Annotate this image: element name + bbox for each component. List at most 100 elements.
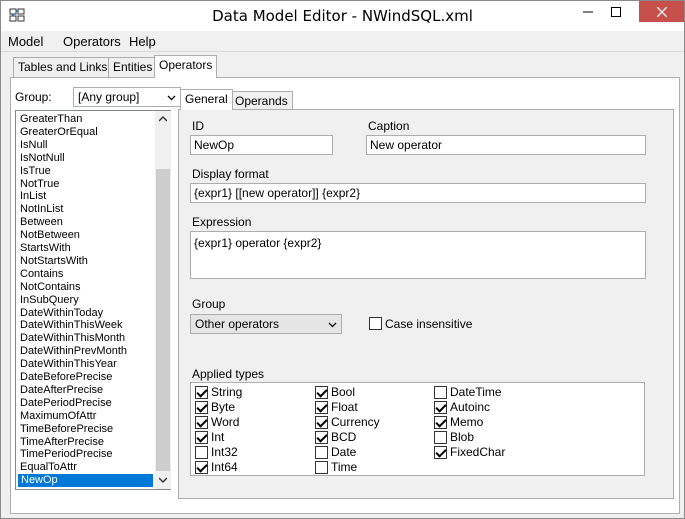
type-label-currency: Currency bbox=[331, 415, 380, 429]
list-item[interactable]: DatePeriodPrecise bbox=[20, 397, 156, 410]
id-field[interactable]: NewOp bbox=[190, 135, 333, 155]
list-item[interactable]: TimeBeforePrecise bbox=[20, 423, 156, 436]
list-item[interactable]: IsTrue bbox=[20, 165, 156, 178]
tab-operands[interactable]: Operands bbox=[230, 91, 293, 110]
menu-model[interactable]: Model bbox=[8, 34, 43, 49]
type-checkbox-currency[interactable] bbox=[315, 416, 328, 429]
applied-types-group: String Bool DateTime Byte Float Autoinc Word Cu… bbox=[190, 382, 645, 476]
close-button[interactable] bbox=[639, 1, 684, 22]
type-checkbox-byte[interactable] bbox=[195, 401, 208, 414]
type-checkbox-int64[interactable] bbox=[195, 461, 208, 474]
list-item[interactable]: TimeAfterPrecise bbox=[20, 436, 156, 449]
type-label-int64: Int64 bbox=[211, 460, 238, 474]
list-item[interactable]: DateWithinPrevMonth bbox=[20, 345, 156, 358]
type-label-memo: Memo bbox=[450, 415, 484, 429]
list-item[interactable]: DateWithinThisYear bbox=[20, 358, 156, 371]
type-label-bcd: BCD bbox=[331, 430, 357, 444]
minimize-icon bbox=[583, 11, 593, 12]
type-label-time: Time bbox=[331, 460, 358, 474]
type-checkbox-blob[interactable] bbox=[434, 431, 447, 444]
list-item[interactable]: NotTrue bbox=[20, 178, 156, 191]
tab-operators[interactable]: Operators bbox=[154, 55, 218, 78]
list-item[interactable]: InList bbox=[20, 190, 156, 203]
type-label-bool: Bool bbox=[331, 385, 356, 399]
type-label-int32: Int32 bbox=[211, 445, 238, 459]
list-item[interactable]: StartsWith bbox=[20, 242, 156, 255]
group-label: Group bbox=[192, 297, 226, 311]
list-item[interactable]: NotStartsWith bbox=[20, 255, 156, 268]
type-label-word: Word bbox=[211, 415, 240, 429]
list-item[interactable]: DateWithinToday bbox=[20, 307, 156, 320]
chevron-down-icon bbox=[167, 91, 176, 105]
operator-list[interactable]: GreaterThan GreaterOrEqual IsNull IsNotNull… bbox=[15, 110, 171, 490]
expression-label: Expression bbox=[192, 215, 252, 229]
list-item[interactable]: InSubQuery bbox=[20, 294, 156, 307]
type-label-fixedchar: FixedChar bbox=[450, 445, 506, 459]
type-label-datetime: DateTime bbox=[450, 385, 502, 399]
menu-help[interactable]: Help bbox=[129, 34, 156, 49]
list-item[interactable]: MaximumOfAttr bbox=[20, 410, 156, 423]
id-label: ID bbox=[192, 119, 204, 133]
list-scrollbar[interactable] bbox=[155, 111, 171, 489]
chevron-down-icon bbox=[328, 318, 337, 332]
close-icon bbox=[656, 6, 667, 17]
group-filter-value: [Any group] bbox=[78, 90, 140, 104]
type-checkbox-autoinc[interactable] bbox=[434, 401, 447, 414]
list-item[interactable]: IsNotNull bbox=[20, 152, 156, 165]
type-checkbox-time[interactable] bbox=[315, 461, 328, 474]
list-item[interactable]: NotInList bbox=[20, 203, 156, 216]
expression-field[interactable]: {expr1} operator {expr2} bbox=[190, 231, 646, 279]
type-checkbox-memo[interactable] bbox=[434, 416, 447, 429]
type-checkbox-bool[interactable] bbox=[315, 386, 328, 399]
type-label-blob: Blob bbox=[450, 430, 475, 444]
group-select[interactable]: Other operators bbox=[190, 314, 342, 334]
scroll-down-icon[interactable] bbox=[159, 477, 167, 483]
app-window: Data Model Editor - NWindSQL.xml Model O… bbox=[0, 0, 685, 519]
type-checkbox-word[interactable] bbox=[195, 416, 208, 429]
list-item[interactable]: IsNull bbox=[20, 139, 156, 152]
list-item[interactable]: DateWithinThisWeek bbox=[20, 319, 156, 332]
type-label-int: Int bbox=[211, 430, 225, 444]
maximize-button[interactable] bbox=[593, 1, 639, 22]
group-filter-select[interactable]: [Any group] bbox=[73, 87, 181, 107]
type-checkbox-int32[interactable] bbox=[195, 446, 208, 459]
tab-entities[interactable]: Entities bbox=[108, 57, 158, 77]
list-item[interactable]: NotBetween bbox=[20, 229, 156, 242]
caption-label: Caption bbox=[368, 119, 410, 133]
list-item[interactable]: NotContains bbox=[20, 281, 156, 294]
tab-tables-and-links[interactable]: Tables and Links bbox=[13, 57, 113, 77]
group-select-value: Other operators bbox=[195, 317, 280, 331]
case-insensitive-label: Case insensitive bbox=[385, 317, 473, 331]
applied-types-label: Applied types bbox=[192, 367, 265, 381]
type-checkbox-float[interactable] bbox=[315, 401, 328, 414]
list-item[interactable]: DateAfterPrecise bbox=[20, 384, 156, 397]
type-checkbox-datetime[interactable] bbox=[434, 386, 447, 399]
tab-general[interactable]: General bbox=[180, 89, 233, 110]
type-checkbox-int[interactable] bbox=[195, 431, 208, 444]
type-checkbox-string[interactable] bbox=[195, 386, 208, 399]
list-item[interactable]: NewOp bbox=[18, 474, 153, 488]
list-item[interactable]: GreaterThan bbox=[20, 113, 156, 126]
maximize-icon bbox=[611, 6, 621, 17]
list-item[interactable]: Contains bbox=[20, 268, 156, 281]
group-filter-label: Group: bbox=[15, 90, 52, 104]
title-bar[interactable]: Data Model Editor - NWindSQL.xml bbox=[1, 1, 684, 31]
list-item[interactable]: Between bbox=[20, 216, 156, 229]
list-item[interactable]: TimePeriodPrecise bbox=[20, 448, 156, 461]
type-label-string: String bbox=[211, 385, 243, 399]
scroll-thumb[interactable] bbox=[156, 169, 170, 471]
case-insensitive-checkbox[interactable] bbox=[369, 317, 382, 330]
type-label-byte: Byte bbox=[211, 400, 236, 414]
display-format-field[interactable]: {expr1} [[new operator]] {expr2} bbox=[190, 183, 646, 203]
list-item[interactable]: GreaterOrEqual bbox=[20, 126, 156, 139]
list-item[interactable]: EqualToAttr bbox=[20, 461, 156, 474]
type-checkbox-bcd[interactable] bbox=[315, 431, 328, 444]
type-label-date: Date bbox=[331, 445, 357, 459]
menu-operators[interactable]: Operators bbox=[63, 34, 121, 49]
caption-field[interactable]: New operator bbox=[366, 135, 646, 155]
list-item[interactable]: DateBeforePrecise bbox=[20, 371, 156, 384]
scroll-up-icon[interactable] bbox=[159, 116, 167, 122]
list-item[interactable]: DateWithinThisMonth bbox=[20, 332, 156, 345]
type-checkbox-date[interactable] bbox=[315, 446, 328, 459]
type-checkbox-fixedchar[interactable] bbox=[434, 446, 447, 459]
